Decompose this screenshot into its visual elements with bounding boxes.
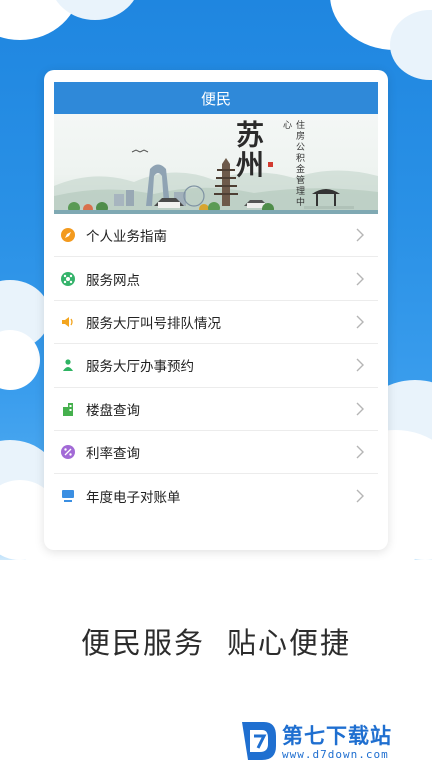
menu-item-label: 服务大厅办事预约 [86, 359, 194, 376]
menu-item-label: 个人业务指南 [86, 229, 167, 246]
chevron-right-icon [350, 269, 370, 289]
menu-item-queue-status[interactable]: 服务大厅叫号排队情况 [54, 301, 378, 345]
service-menu: 个人业务指南 服务网点 服务大厅叫号排队情况 服务大厅办事预约 楼盘查询 利率查… [54, 214, 378, 518]
menu-item-annual-statement[interactable]: 年度电子对账单 [54, 474, 378, 517]
menu-item-appointment[interactable]: 服务大厅办事预约 [54, 344, 378, 388]
slogan-right: 贴心便捷 [227, 626, 352, 660]
chevron-right-icon [350, 225, 370, 245]
menu-item-label: 利率查询 [86, 446, 140, 463]
chevron-right-icon [350, 399, 370, 419]
network-icon [60, 271, 76, 287]
speaker-icon [60, 314, 76, 330]
chevron-right-icon [350, 312, 370, 332]
slogan-left: 便民服务 [80, 626, 205, 660]
menu-item-property-search[interactable]: 楼盘查询 [54, 388, 378, 431]
menu-item-rate-search[interactable]: 利率查询 [54, 431, 378, 475]
card-title: 便民 [54, 82, 378, 114]
compass-icon [60, 227, 76, 243]
chevron-right-icon [350, 486, 370, 506]
watermark-title: 第七下载站 [282, 724, 392, 748]
menu-item-label: 服务网点 [86, 272, 140, 289]
banner-calligraphy: 苏州 [232, 120, 265, 180]
menu-item-label: 年度电子对账单 [86, 490, 181, 507]
percent-icon [60, 444, 76, 460]
menu-item-personal-guide[interactable]: 个人业务指南 [54, 214, 378, 258]
menu-item-service-outlets[interactable]: 服务网点 [54, 257, 378, 301]
service-card: 便民 苏州 住房公积金管理中心 个人业务指南 服务网点 服务大厅叫号排队情况 服… [44, 70, 388, 550]
menu-item-label: 服务大厅叫号排队情况 [86, 315, 221, 332]
watermark-url: www.d7down.com [282, 748, 389, 761]
d7-logo-icon [238, 716, 280, 768]
chevron-right-icon [350, 442, 370, 462]
slogan: 便民服务 贴心便捷 [0, 620, 432, 662]
banner-org-name: 住房公积金管理中心 [281, 120, 304, 208]
people-icon [60, 357, 76, 373]
monitor-icon [60, 488, 76, 504]
building-icon [60, 401, 76, 417]
menu-item-label: 楼盘查询 [86, 402, 140, 419]
site-watermark: 第七下载站 www.d7down.com [236, 716, 432, 768]
city-skyline-illustration [54, 149, 378, 214]
chevron-right-icon [350, 355, 370, 375]
suzhou-banner: 苏州 住房公积金管理中心 [54, 114, 378, 214]
